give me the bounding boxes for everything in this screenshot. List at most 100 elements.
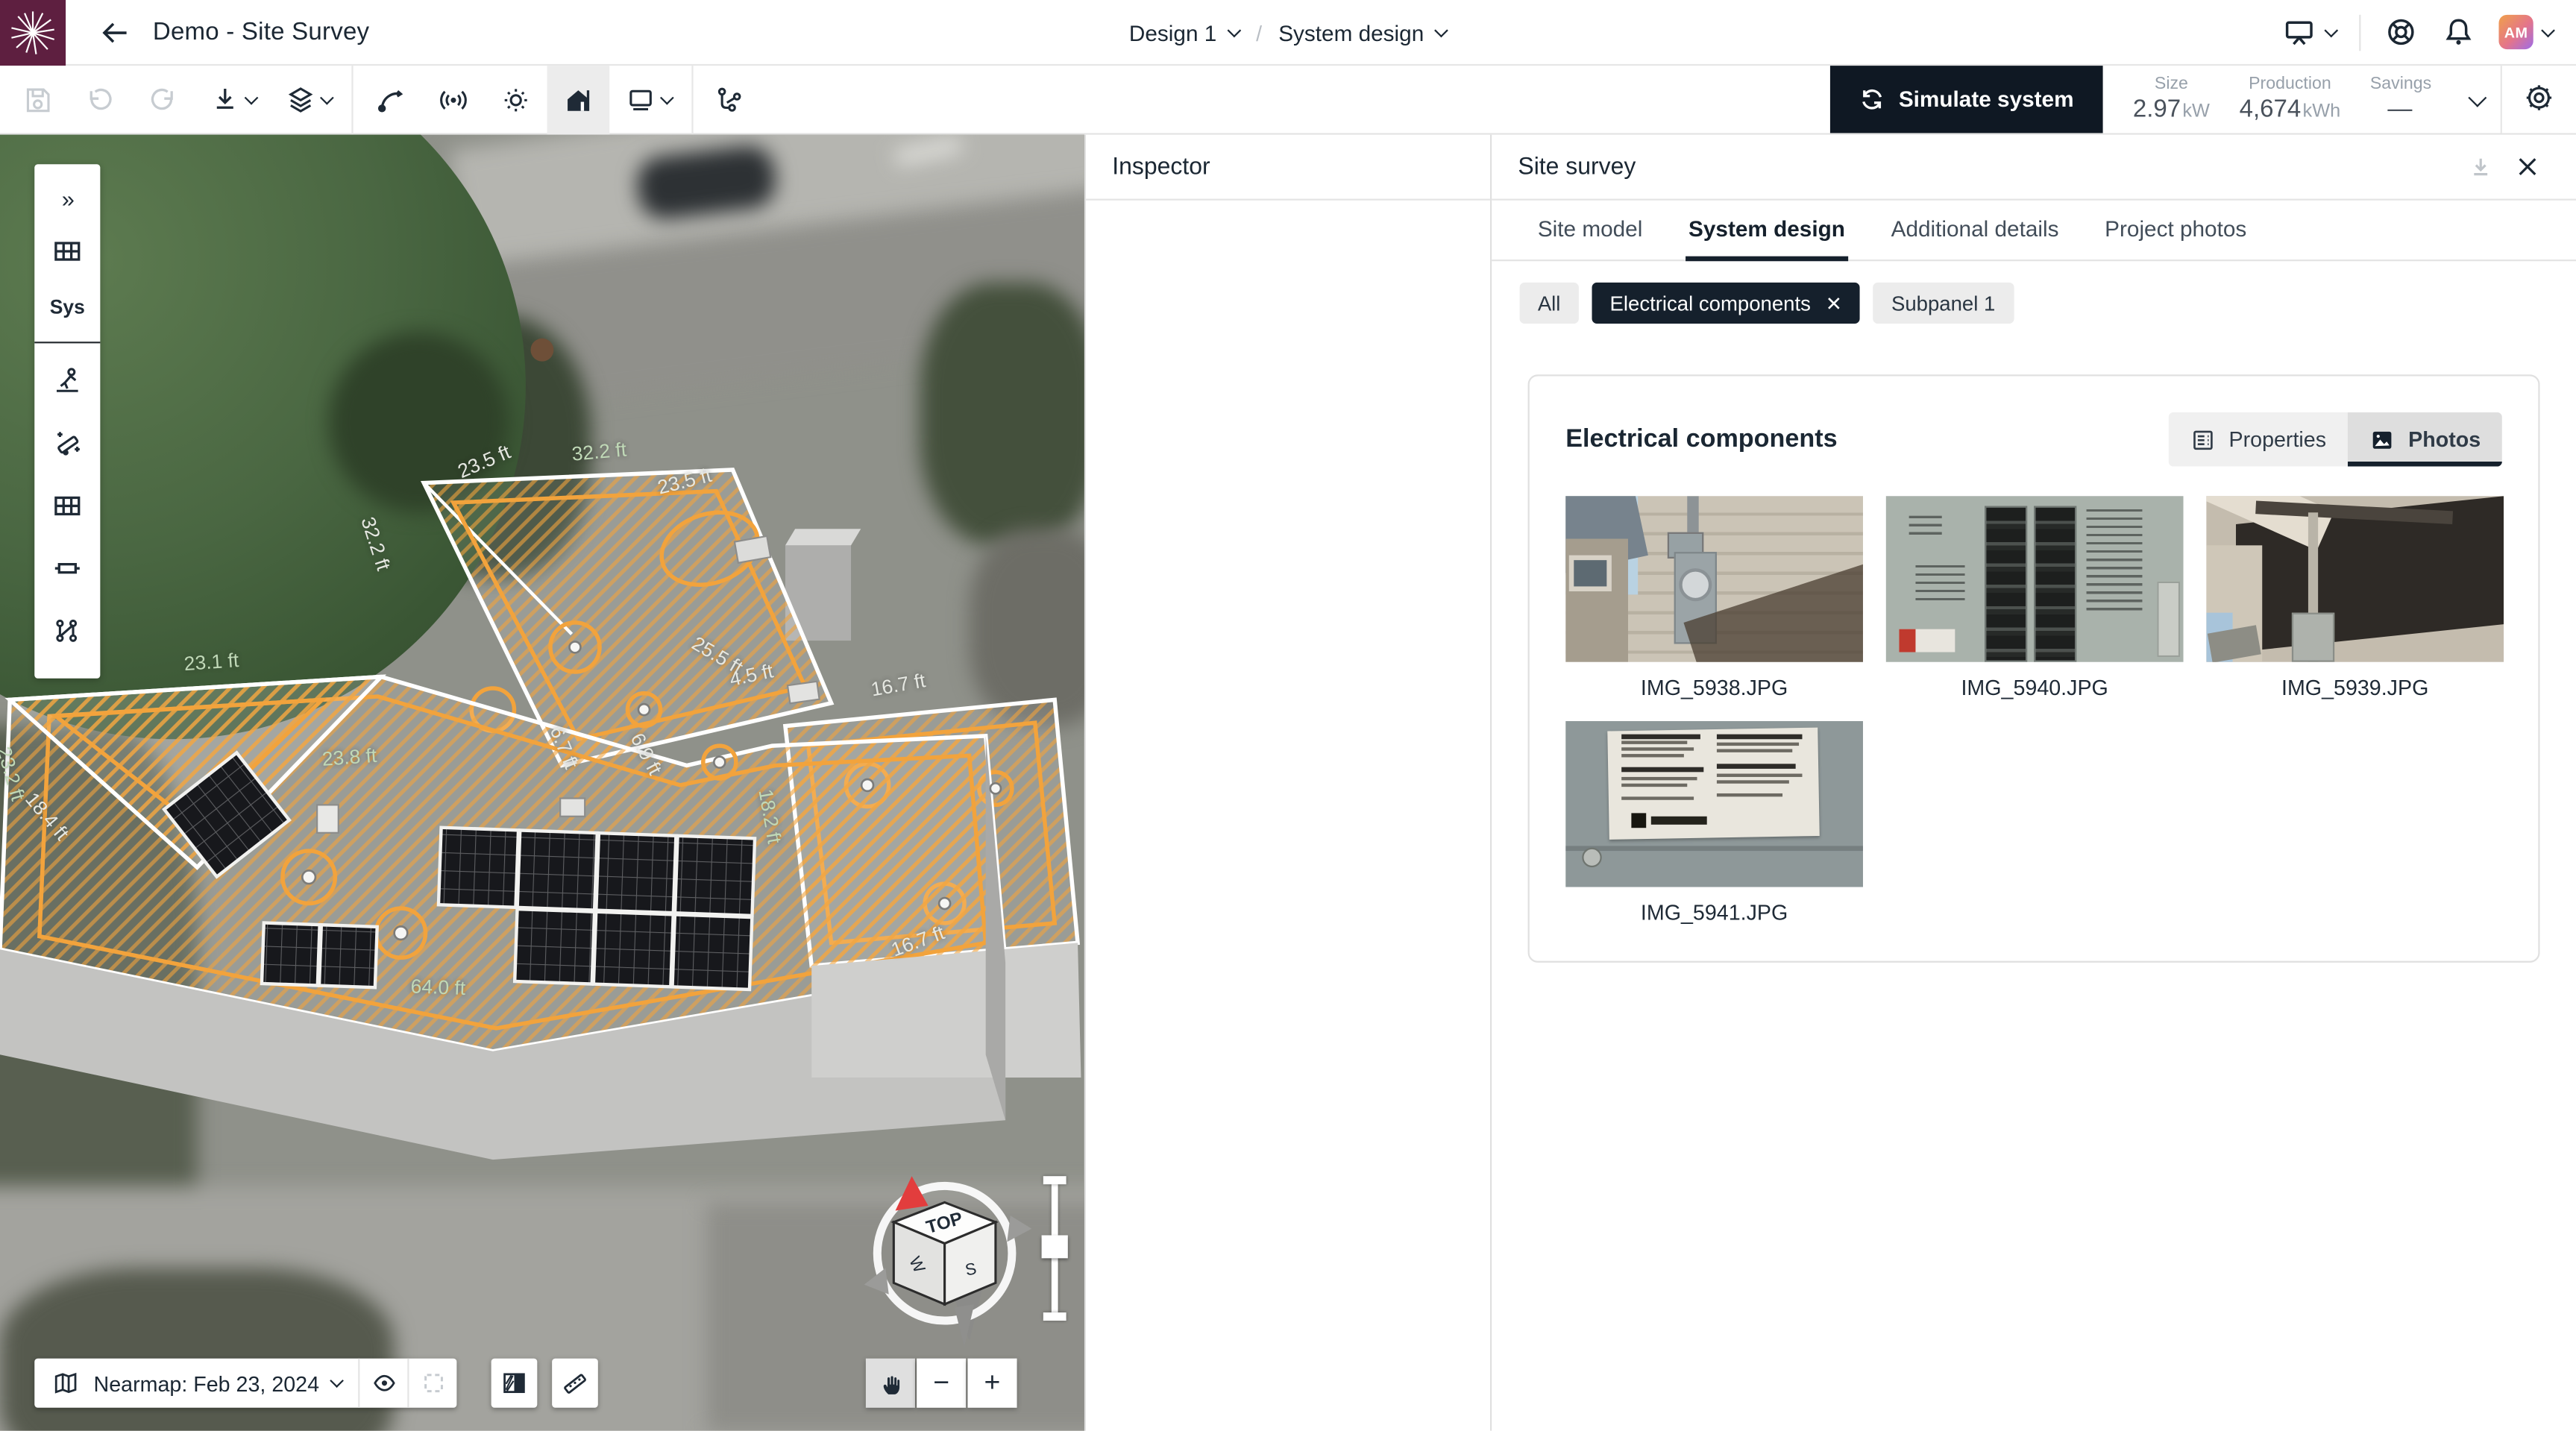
export-button[interactable] [194,65,269,134]
stat-label: Size [2155,73,2188,95]
save-button[interactable] [7,65,69,134]
arc-tool-button[interactable] [359,65,422,134]
filter-all[interactable]: All [1520,283,1579,324]
present-button[interactable] [2282,15,2337,49]
notifications-button[interactable] [2441,15,2475,49]
slider-handle[interactable] [1042,1236,1068,1259]
auto-fill-tool[interactable] [34,412,100,475]
sys-label: Sys [34,283,100,332]
visibility-button[interactable] [360,1359,408,1408]
module-grid-tool[interactable] [34,475,100,538]
view-tools [354,66,692,133]
photo-art [2087,509,2143,614]
site-survey-header: Site survey [1492,135,2576,201]
photo-art [2034,506,2076,661]
view-cube[interactable]: TOP W S [862,1166,1033,1357]
top-header: Demo - Site Survey Design 1 / System des… [0,0,2576,66]
tab-site-model[interactable]: Site model [1534,201,1645,262]
download-survey-button[interactable] [2457,144,2504,190]
download-icon [2466,152,2495,182]
tilt-slider[interactable] [1043,1176,1066,1321]
irradiance-tool-button[interactable] [422,65,485,134]
imagery-selector[interactable]: Nearmap: Feb 23, 2024 [34,1359,359,1408]
photo-thumbnail[interactable] [1565,496,1863,661]
marquee-select-button[interactable] [409,1359,457,1408]
design-selector[interactable]: Design 1 [1129,21,1240,45]
simulate-system-button[interactable]: Simulate system [1829,66,2103,133]
photo-art [1717,780,1789,783]
measure-tool-button[interactable] [552,1359,598,1408]
photo-art [1717,749,1792,752]
contrast-button[interactable] [491,1359,538,1408]
zoom-in-button[interactable]: + [967,1359,1017,1408]
close-panel-button[interactable] [2504,144,2550,190]
rotate-arrow [1007,1215,1031,1242]
breadcrumb-separator: / [1256,21,1262,45]
stat-size: Size 2.97kW [2133,73,2210,125]
tab-project-photos[interactable]: Project photos [2102,201,2250,262]
zoom-out-button[interactable]: − [917,1359,966,1408]
photo-art [1621,740,1687,743]
back-button[interactable] [98,16,131,48]
properties-label: Properties [2229,427,2327,452]
tab-system-design[interactable]: System design [1686,201,1849,262]
photo-art [1621,735,1700,740]
walkthrough-tool[interactable] [34,350,100,412]
photo-art [1717,743,1799,746]
photo-thumbnail[interactable] [2206,496,2504,661]
building-wall-annex [811,943,1081,1078]
settings-button[interactable] [2522,80,2556,119]
design-toolbar: Simulate system Size 2.97kW Production 4… [0,66,2576,135]
monitor-icon [623,83,656,116]
design-canvas[interactable]: 32.2 ft23.5 ft23.5 ft32.2 ft23.1 ft25.5 … [0,135,1084,1431]
photo-thumbnail[interactable] [1886,496,2184,661]
photo-art [1651,817,1707,825]
tab-additional-details[interactable]: Additional details [1888,201,2062,262]
photo-art [1899,629,1955,652]
help-button[interactable] [2384,15,2418,49]
layers-icon [283,83,316,116]
photo-art [1915,565,1964,601]
home-view-button[interactable] [547,65,610,134]
expand-rail-button[interactable]: » [34,177,100,220]
rail-divider [34,342,100,343]
electrical-components-card: Electrical components Properties [1528,374,2540,963]
mode-selector[interactable]: System design [1278,21,1447,45]
remove-filter-icon[interactable]: ✕ [1826,293,1842,312]
redo-button[interactable] [131,65,194,134]
display-mode-button[interactable] [609,65,685,134]
wiring-tool[interactable] [34,600,100,662]
solar-array[interactable] [262,923,377,988]
stringing-tool-button[interactable] [700,65,762,134]
photo-art [1717,764,1796,769]
undo-button[interactable] [69,65,132,134]
pan-tool-button[interactable] [866,1359,915,1408]
photo-art [2292,613,2334,662]
project-title: Demo - Site Survey [153,18,369,45]
sun-tool-button[interactable] [485,65,547,134]
stat-savings: Savings — [2370,73,2431,125]
photo-thumbnail[interactable] [1565,721,1863,887]
panel-grid-tool[interactable] [34,220,100,283]
layers-button[interactable] [269,65,345,134]
node-graph-icon [714,83,747,116]
aurora-logo[interactable] [0,0,66,65]
filter-electrical-components[interactable]: Electrical components ✕ [1592,283,1860,324]
photo-art [1582,848,1601,867]
photo-art [1569,556,1612,591]
stat-value: — [2387,95,2413,125]
photo-art [1717,735,1803,740]
stats-expand-button[interactable] [2454,66,2501,133]
filter-subpanel-1[interactable]: Subpanel 1 [1873,283,2014,324]
sun-icon [500,83,533,116]
properties-view-button[interactable]: Properties [2168,412,2348,467]
wire-nodes-icon [51,614,84,647]
photo-item: IMG_5938.JPG [1565,496,1863,699]
wiring-tools [694,66,769,133]
account-menu[interactable]: AM [2498,15,2553,49]
stat-label: Production [2249,73,2331,95]
contrast-icon [500,1368,530,1398]
photo-art [1621,754,1684,757]
photos-view-button[interactable]: Photos [2348,412,2502,467]
inverter-tool[interactable] [34,537,100,600]
